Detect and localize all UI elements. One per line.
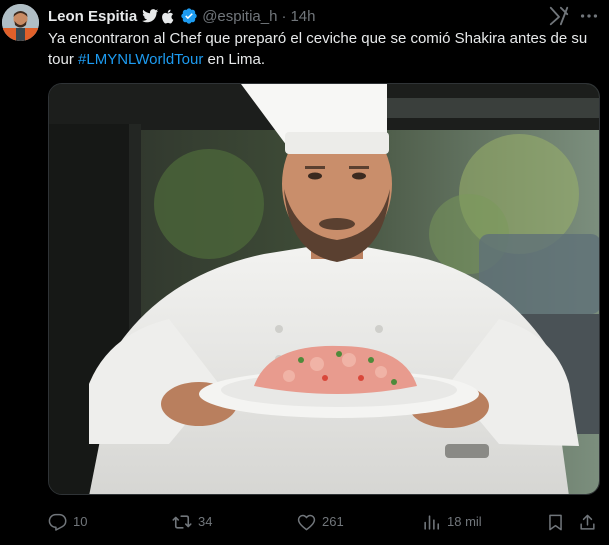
name-emoji-icons bbox=[142, 9, 174, 24]
like-button[interactable]: 261 bbox=[297, 510, 344, 534]
avatar[interactable] bbox=[2, 4, 39, 41]
tweet: Leon Espitia @espitia_h · 14h Ya encontr… bbox=[0, 0, 609, 545]
heart-icon bbox=[297, 514, 316, 530]
bird-icon bbox=[142, 9, 159, 23]
action-bar: 10 34 261 18 mil bbox=[48, 510, 600, 534]
verified-badge-icon[interactable] bbox=[180, 7, 198, 25]
views-button[interactable]: 18 mil bbox=[422, 510, 482, 534]
apple-icon bbox=[162, 9, 174, 23]
more-icon[interactable] bbox=[578, 5, 600, 27]
like-count: 261 bbox=[322, 514, 344, 529]
tweet-text-part2: en Lima. bbox=[203, 51, 266, 68]
bookmark-icon bbox=[549, 514, 562, 530]
views-count: 18 mil bbox=[447, 514, 482, 529]
repost-count: 34 bbox=[198, 514, 213, 529]
tweet-media-image[interactable] bbox=[48, 83, 600, 495]
bookmark-button[interactable] bbox=[546, 510, 571, 534]
share-button[interactable] bbox=[578, 510, 603, 534]
tweet-text: Ya encontraron al Chef que preparó el ce… bbox=[48, 28, 600, 70]
views-icon bbox=[424, 514, 440, 530]
author-name[interactable]: Leon Espitia bbox=[48, 8, 137, 25]
repost-button[interactable]: 34 bbox=[172, 510, 212, 534]
share-icon bbox=[580, 514, 595, 530]
tweet-header: Leon Espitia @espitia_h · 14h bbox=[48, 5, 316, 27]
reply-icon bbox=[48, 513, 67, 531]
separator-dot: · bbox=[281, 7, 287, 25]
repost-icon bbox=[172, 515, 192, 529]
grok-icon[interactable] bbox=[548, 5, 570, 27]
author-handle[interactable]: @espitia_h bbox=[202, 8, 277, 25]
timestamp[interactable]: 14h bbox=[290, 8, 315, 25]
reply-button[interactable]: 10 bbox=[48, 510, 87, 534]
hashtag-link[interactable]: #LMYNLWorldTour bbox=[78, 51, 203, 68]
reply-count: 10 bbox=[73, 514, 88, 529]
